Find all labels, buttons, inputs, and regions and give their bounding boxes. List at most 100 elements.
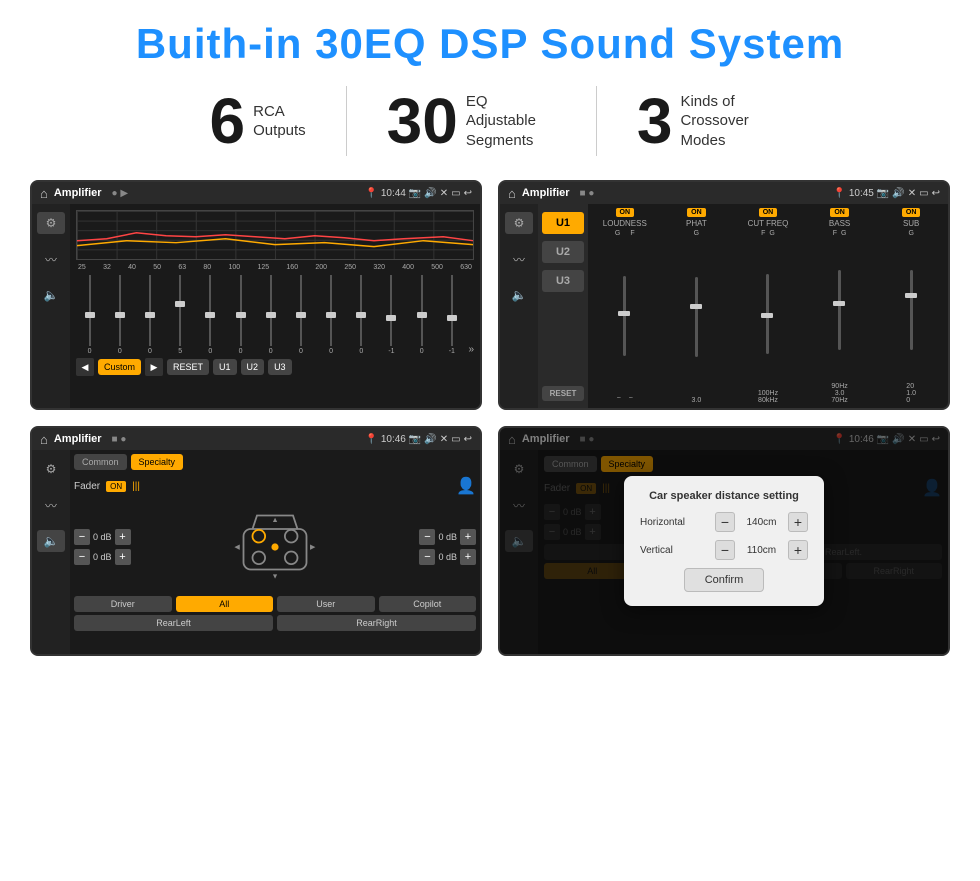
u2-btn-s1[interactable]: U2 [241, 359, 265, 375]
vertical-plus-btn[interactable]: + [788, 540, 808, 560]
vertical-row: Vertical − 110cm + [640, 540, 808, 560]
slider-5[interactable]: 0 [227, 275, 254, 355]
stat-rca-number: 6 [210, 89, 246, 153]
stat-eq-label: EQ AdjustableSegments [466, 92, 556, 151]
slider-8[interactable]: 0 [318, 275, 345, 355]
driver-btn[interactable]: Driver [74, 596, 172, 612]
confirm-button[interactable]: Confirm [684, 568, 765, 592]
vertical-minus-btn[interactable]: − [715, 540, 735, 560]
svg-text:▶: ▶ [310, 542, 316, 551]
u2-btn[interactable]: U2 [542, 241, 584, 263]
u3-btn-s1[interactable]: U3 [268, 359, 292, 375]
camera-icon-2: 📷 [877, 188, 889, 199]
custom-btn[interactable]: Custom [98, 359, 141, 375]
slider-9[interactable]: 0 [348, 275, 375, 355]
db-plus-rl[interactable]: + [115, 549, 131, 565]
slider-7[interactable]: 0 [287, 275, 314, 355]
all-btn[interactable]: All [176, 596, 274, 612]
phat-slider[interactable] [663, 239, 731, 395]
channel-bass: ON BASS FG 90Hz3.070Hz [806, 208, 874, 404]
slider-10[interactable]: -1 [378, 275, 405, 355]
slider-1[interactable]: 0 [106, 275, 133, 355]
stat-crossover-label: Kinds ofCrossover Modes [680, 92, 770, 151]
u1-btn[interactable]: U1 [542, 212, 584, 234]
user-btn[interactable]: User [277, 596, 375, 612]
slider-2[interactable]: 0 [136, 275, 163, 355]
db-minus-fl[interactable]: − [74, 529, 90, 545]
vertical-label: Vertical [640, 545, 695, 556]
x-icon-2: ✕ [908, 188, 916, 199]
speaker-icon-2[interactable]: 🔈 [505, 284, 533, 306]
freq-160: 160 [286, 264, 298, 271]
wave-icon-3[interactable]: 〰 [37, 494, 65, 516]
horizontal-label: Horizontal [640, 517, 695, 528]
reset-btn[interactable]: RESET [167, 359, 209, 375]
app-title-2: Amplifier [522, 187, 570, 199]
horizontal-plus-btn[interactable]: + [788, 512, 808, 532]
eq-icon-1[interactable]: ⚙ [37, 212, 65, 234]
bass-slider[interactable] [806, 239, 874, 381]
u1-btn-s1[interactable]: U1 [213, 359, 237, 375]
time-2: 10:45 [849, 188, 874, 199]
db-value-rl: 0 dB [93, 552, 112, 562]
eq-icon-3[interactable]: ⚙ [37, 458, 65, 480]
stat-crossover-number: 3 [637, 89, 673, 153]
speaker-icon-3[interactable]: 🔈 [37, 530, 65, 552]
reset-btn-s2[interactable]: RESET [542, 386, 584, 401]
app-title-1: Amplifier [54, 187, 102, 199]
freq-40: 40 [128, 264, 136, 271]
rear-right-btn[interactable]: RearRight [277, 615, 476, 631]
on-badge-cutfreq: ON [759, 208, 778, 217]
loudness-slider[interactable] [591, 239, 659, 393]
slider-4[interactable]: 0 [197, 275, 224, 355]
common-tab[interactable]: Common [74, 454, 127, 470]
db-minus-rl[interactable]: − [74, 549, 90, 565]
copilot-btn[interactable]: Copilot [379, 596, 477, 612]
freq-50: 50 [153, 264, 161, 271]
horizontal-control: − 140cm + [715, 512, 808, 532]
camera-icon-3: 📷 [409, 434, 421, 445]
window-icon-1: ▭ [451, 188, 460, 199]
main-title: Buith-in 30EQ DSP Sound System [30, 20, 950, 68]
channel-cutfreq: ON CUT FREQ FG 100Hz80kHz [734, 208, 802, 404]
slider-6[interactable]: 0 [257, 275, 284, 355]
fader-label: Fader [74, 481, 100, 492]
horizontal-minus-btn[interactable]: − [715, 512, 735, 532]
slider-3[interactable]: 5 [167, 275, 194, 355]
db-minus-fr[interactable]: − [419, 529, 435, 545]
db-control-rr: − 0 dB + [419, 549, 476, 565]
specialty-tab[interactable]: Specialty [131, 454, 184, 470]
wave-icon-2[interactable]: 〰 [505, 248, 533, 270]
home-icon-2: ⌂ [508, 186, 516, 201]
status-icons-2: 📍 10:45 📷 🔊 ✕ ▭ ↩ [833, 188, 940, 199]
u3-btn[interactable]: U3 [542, 270, 584, 292]
db-value-fr: 0 dB [438, 532, 457, 542]
freq-630: 630 [460, 264, 472, 271]
db-plus-fr[interactable]: + [460, 529, 476, 545]
channel-phat: ON PHAT G 3.0 [663, 208, 731, 404]
db-plus-rr[interactable]: + [460, 549, 476, 565]
slider-12[interactable]: -1 [438, 275, 465, 355]
horizontal-value: 140cm [739, 517, 784, 528]
stat-eq-number: 30 [387, 89, 458, 153]
cutfreq-slider[interactable] [734, 239, 802, 388]
rear-left-btn[interactable]: RearLeft [74, 615, 273, 631]
sidebar-3: ⚙ 〰 🔈 [32, 450, 70, 654]
eq-icon-2[interactable]: ⚙ [505, 212, 533, 234]
db-plus-fl[interactable]: + [115, 529, 131, 545]
horizontal-row: Horizontal − 140cm + [640, 512, 808, 532]
wave-icon-1[interactable]: 〰 [37, 248, 65, 270]
speaker-icon-1[interactable]: 🔈 [37, 284, 65, 306]
stats-row: 6 RCAOutputs 30 EQ AdjustableSegments 3 … [30, 86, 950, 156]
channel-label-phat: PHAT [686, 219, 707, 228]
prev-preset-btn[interactable]: ◀ [76, 358, 94, 376]
sub-slider[interactable] [877, 239, 945, 381]
next-preset-btn[interactable]: ▶ [145, 358, 163, 376]
db-minus-rr[interactable]: − [419, 549, 435, 565]
db-control-fl: − 0 dB + [74, 529, 131, 545]
slider-0[interactable]: 0 [76, 275, 103, 355]
stat-eq: 30 EQ AdjustableSegments [347, 89, 596, 153]
back-icon-3: ↩ [464, 434, 472, 445]
location-icon-3: 📍 [365, 434, 377, 445]
slider-11[interactable]: 0 [408, 275, 435, 355]
